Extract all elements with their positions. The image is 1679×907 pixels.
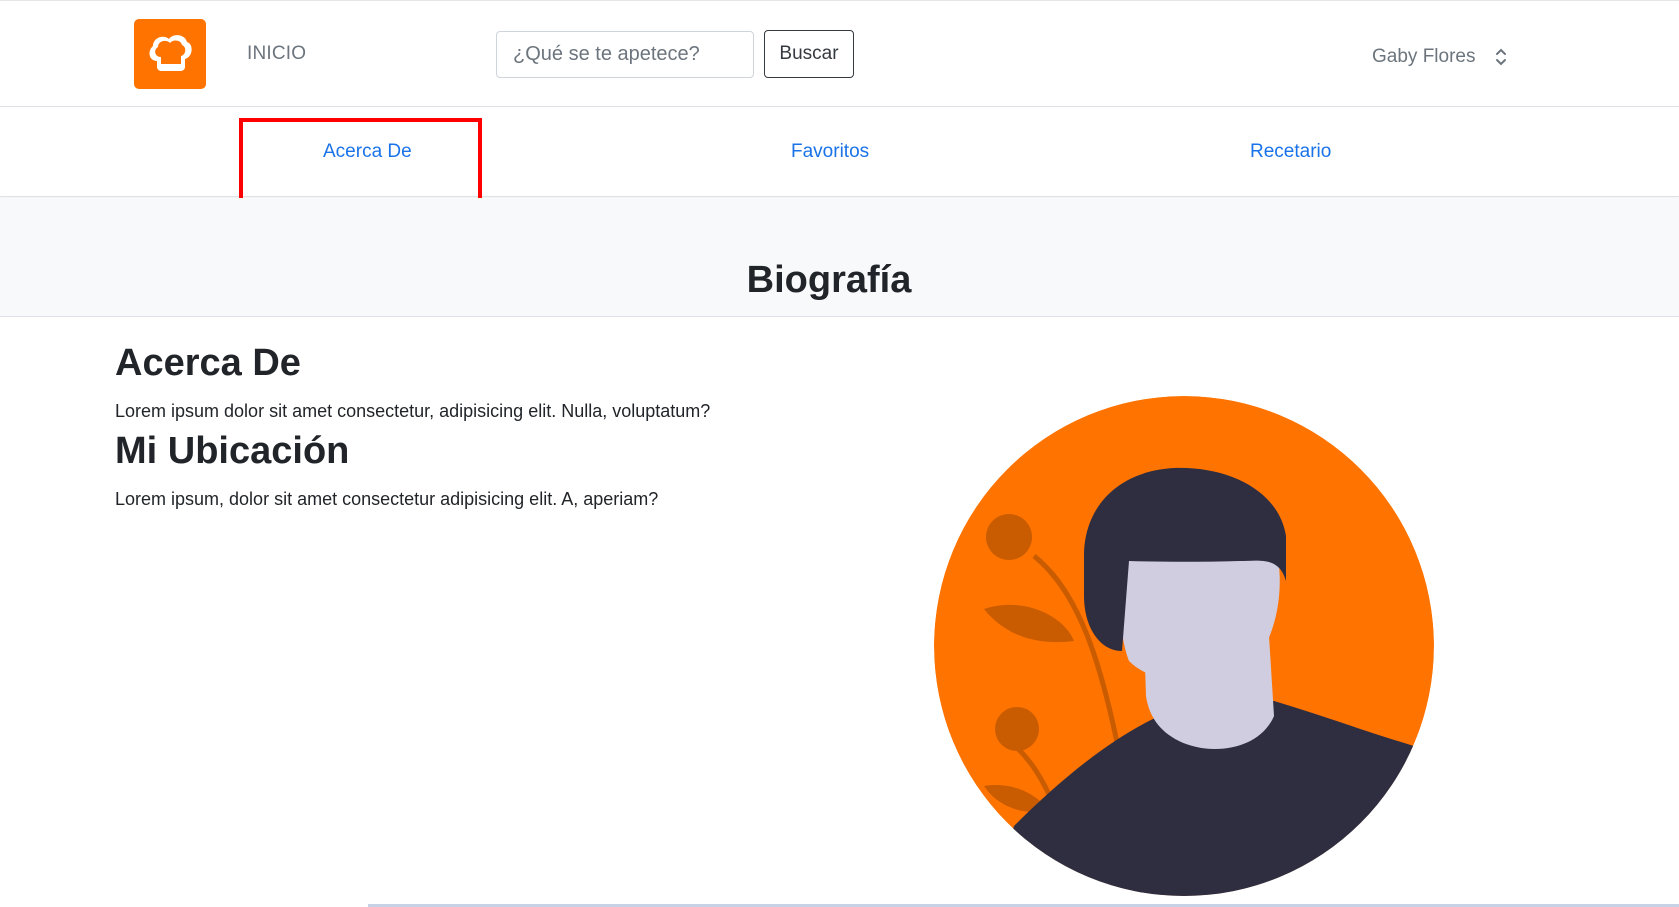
tab-favoritos[interactable]: Favoritos [791,141,869,163]
search-button[interactable]: Buscar [764,30,854,78]
page: INICIO Buscar Gaby Flores Acerca De Favo… [0,0,1679,907]
brand-logo[interactable] [134,19,206,89]
user-menu[interactable]: Gaby Flores [1372,43,1507,71]
tab-acerca-de[interactable]: Acerca De [323,141,412,163]
top-navbar: INICIO Buscar Gaby Flores [0,0,1679,107]
user-avatar-illustration [934,396,1434,896]
location-text: Lorem ipsum, dolor sit amet consectetur … [115,489,659,509]
user-name: Gaby Flores [1372,46,1476,67]
page-header-band: Biografía [0,198,1679,317]
chef-hat-icon [149,35,192,71]
page-title: Biografía [746,259,912,301]
home-link[interactable]: INICIO [247,43,306,65]
profile-subnav: Acerca De Favoritos Recetario [0,107,1679,197]
about-text: Lorem ipsum dolor sit amet consectetur, … [115,401,711,421]
search-input[interactable] [496,31,754,78]
location-heading: Mi Ubicación [115,430,350,472]
about-heading: Acerca De [115,342,301,384]
chevron-up-down-icon [1496,48,1507,66]
tab-recetario[interactable]: Recetario [1250,141,1331,163]
